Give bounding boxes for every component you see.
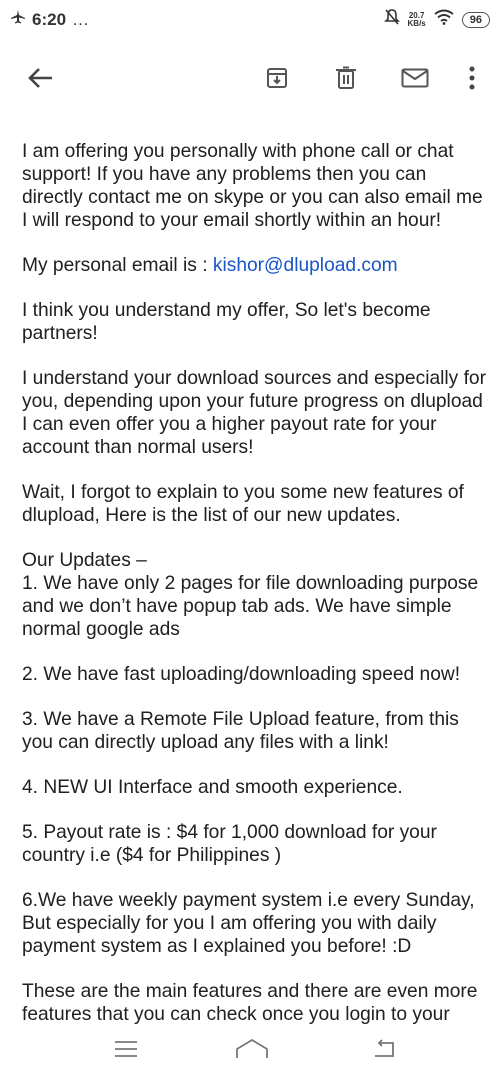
paragraph-features-intro: Wait, I forgot to explain to you some ne…: [22, 482, 464, 526]
archive-button[interactable]: [257, 60, 297, 100]
email-label: My personal email is :: [22, 255, 213, 276]
back-arrow-icon: [27, 67, 53, 94]
toolbar: [0, 44, 504, 114]
airplane-mode-icon: [10, 9, 26, 30]
paragraph-email: My personal email is : kishor@dlupload.c…: [22, 254, 492, 277]
email-link[interactable]: kishor@dlupload.com: [213, 255, 398, 276]
status-bar: 6:20 … 20.7 KB/s 96: [0, 0, 504, 40]
paragraph-support: I am offering you personally with phone …: [22, 141, 483, 231]
navigation-bar: [0, 1018, 504, 1080]
notification-dots: …: [72, 9, 90, 29]
menu-icon: [114, 1040, 138, 1063]
archive-icon: [266, 67, 288, 94]
home-button[interactable]: [232, 1036, 272, 1066]
paragraph-payout-offer: I understand your download sources and e…: [22, 368, 486, 458]
paragraph-partners: I think you understand my offer, So let'…: [22, 300, 431, 344]
back-button[interactable]: [20, 60, 60, 100]
update-item: 1. We have only 2 pages for file downloa…: [22, 573, 479, 640]
back-nav-button[interactable]: [364, 1036, 404, 1066]
update-item: 4. NEW UI Interface and smooth experienc…: [22, 777, 403, 798]
status-right: 20.7 KB/s 96: [383, 8, 490, 31]
mail-icon: [401, 68, 429, 93]
wifi-icon: [434, 9, 454, 30]
mark-unread-button[interactable]: [395, 60, 435, 100]
update-item: 6.We have weekly payment system i.e ever…: [22, 890, 475, 957]
return-icon: [371, 1038, 397, 1064]
battery-indicator: 96: [461, 11, 490, 28]
clock: 6:20: [32, 9, 67, 29]
update-item: 3. We have a Remote File Upload feature,…: [22, 709, 459, 753]
delete-button[interactable]: [326, 60, 366, 100]
recents-button[interactable]: [106, 1036, 146, 1066]
update-item: 2. We have fast uploading/downloading sp…: [22, 664, 461, 685]
net-speed-unit: KB/s: [407, 18, 426, 28]
updates-heading: Our Updates –: [22, 550, 147, 571]
more-options-button[interactable]: [452, 60, 492, 100]
status-left: 6:20 …: [10, 9, 89, 30]
net-speed: 20.7 KB/s: [407, 11, 426, 28]
more-vert-icon: [468, 66, 476, 95]
email-body: I am offering you personally with phone …: [22, 140, 492, 1048]
trash-icon: [335, 66, 357, 95]
mute-icon: [383, 8, 400, 31]
update-item: 5. Payout rate is : $4 for 1,000 downloa…: [22, 822, 437, 866]
home-icon: [235, 1038, 269, 1065]
